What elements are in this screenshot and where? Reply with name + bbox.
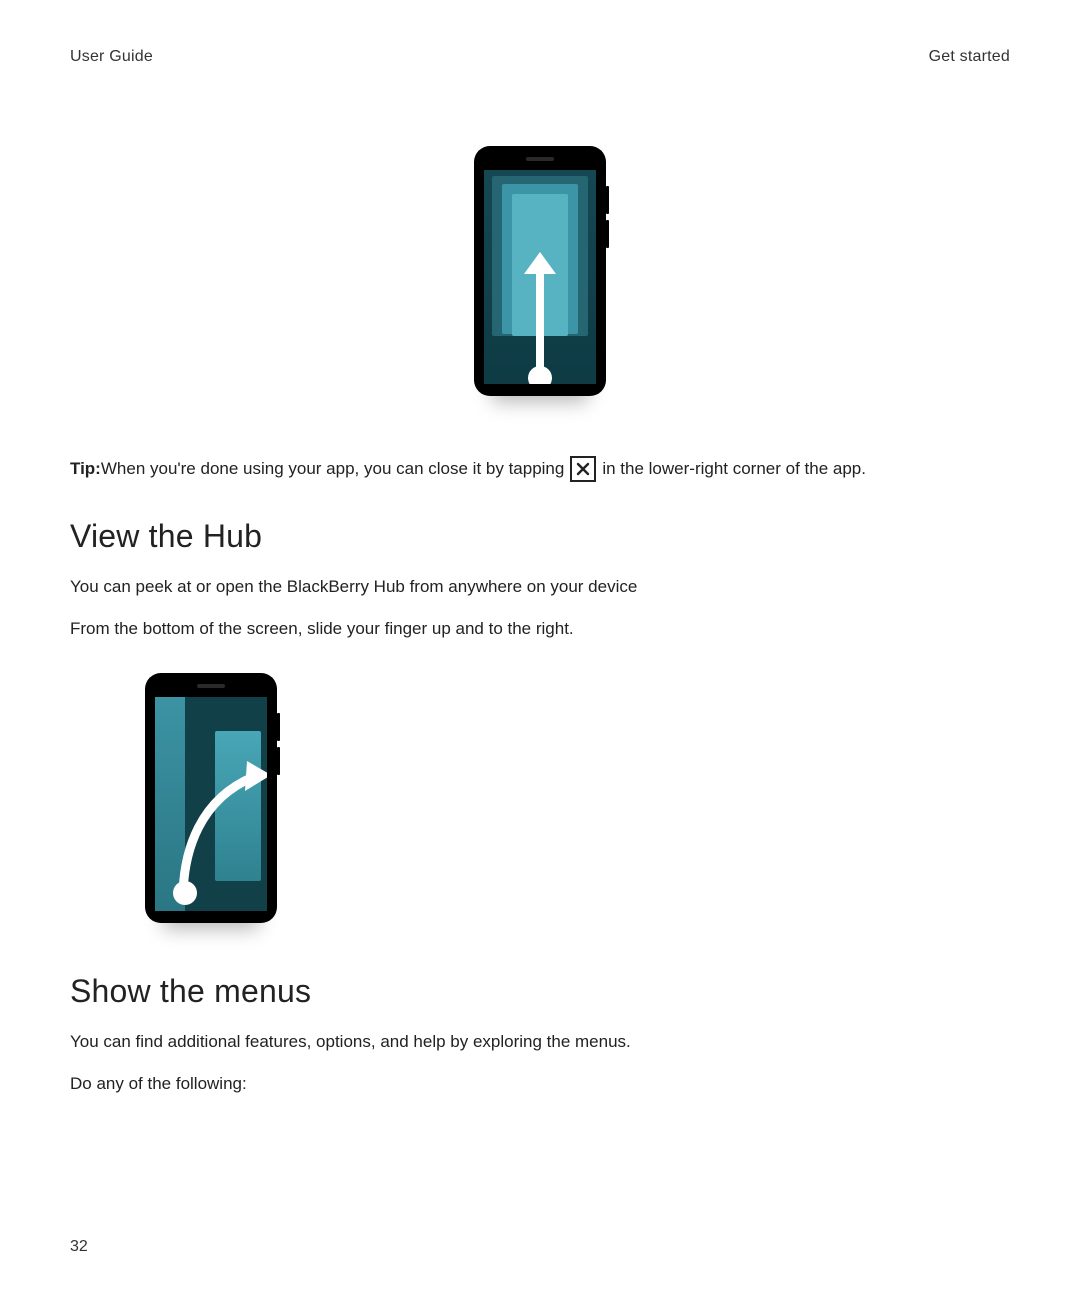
view-hub-paragraph-1: You can peek at or open the BlackBerry H… [70, 573, 1010, 601]
show-menus-paragraph-2: Do any of the following: [70, 1070, 1010, 1098]
figure-swipe-up [70, 146, 1010, 396]
page-number: 32 [70, 1238, 88, 1256]
page-header: User Guide Get started [70, 48, 1010, 66]
tip-text-after: in the lower-right corner of the app. [602, 457, 866, 481]
header-left-label: User Guide [70, 48, 153, 66]
show-menus-paragraph-1: You can find additional features, option… [70, 1028, 1010, 1056]
phone-illustration [474, 146, 606, 396]
tip-text-before: When you're done using your app, you can… [101, 457, 564, 481]
header-right-label: Get started [929, 48, 1010, 66]
close-icon [570, 456, 596, 482]
figure-hub-peek [145, 673, 1010, 923]
swipe-up-arrow-icon [536, 268, 544, 378]
tip-paragraph: Tip: When you're done using your app, yo… [70, 456, 1010, 482]
heading-view-hub: View the Hub [70, 518, 1010, 555]
phone-illustration-hub [145, 673, 277, 923]
heading-show-menus: Show the menus [70, 973, 1010, 1010]
view-hub-paragraph-2: From the bottom of the screen, slide you… [70, 615, 1010, 643]
document-page: User Guide Get started Tip: When you'r [0, 0, 1080, 1296]
tip-label: Tip: [70, 457, 101, 481]
